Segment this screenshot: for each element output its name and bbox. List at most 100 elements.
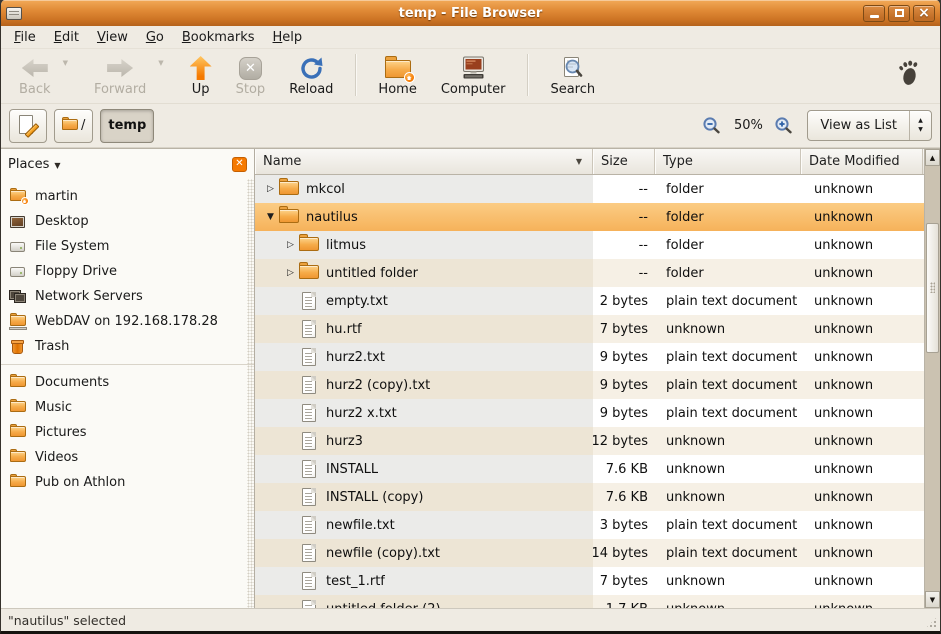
file-row-nautilus[interactable]: ▼nautilus--folderunknown [255,203,924,231]
cell-name: newfile (copy).txt [255,539,593,567]
scrollbar-thumb[interactable] [926,223,939,353]
home-folder-icon [385,61,411,79]
sidebar-item-documents[interactable]: Documents [1,370,254,395]
toolbar-separator [355,54,356,96]
file-row-mkcol[interactable]: ▷mkcol--folderunknown [255,175,924,203]
menu-item-file[interactable]: File [5,28,45,47]
file-row-untitled-folder-2[interactable]: untitled folder (2)1.7 KBunknownunknown [255,595,924,608]
edit-location-button[interactable] [9,109,47,143]
history-dropdown-arrow-icon[interactable]: ▼ [63,59,68,67]
sidebar-item-webdav-on-192-168-178-28[interactable]: WebDAV on 192.168.178.28 [1,309,254,334]
column-header-size[interactable]: Size [593,149,655,174]
cell-size: 1.7 KB [593,595,655,608]
sidebar-item-desktop[interactable]: Desktop [1,209,254,234]
sidebar-item-martin[interactable]: martin [1,184,254,209]
cell-date: unknown [801,343,923,371]
file-row-hurz2-txt[interactable]: hurz2.txt9 bytesplain text documentunkno… [255,343,924,371]
cell-name: untitled folder (2) [255,595,593,608]
column-header-type[interactable]: Type [655,149,801,174]
file-row-hurz3[interactable]: hurz312 bytesunknownunknown [255,427,924,455]
resize-grip[interactable] [925,616,938,629]
cell-size: 9 bytes [593,399,655,427]
cell-size: 7 bytes [593,567,655,595]
sidebar-item-pub-on-athlon[interactable]: Pub on Athlon [1,470,254,495]
stop-icon: ✕ [239,57,262,80]
zoom-in-button[interactable] [771,113,797,139]
menu-item-help[interactable]: Help [264,28,312,47]
file-row-newfile-copy-txt[interactable]: newfile (copy).txt14 bytesplain text doc… [255,539,924,567]
expander-collapsed-icon[interactable]: ▷ [263,184,278,194]
path-button-temp[interactable]: temp [100,109,154,143]
toolbar-button-forward[interactable]: Forward [82,52,158,98]
minimize-icon [870,15,879,18]
expander-collapsed-icon[interactable]: ▷ [283,240,298,250]
menu-item-edit[interactable]: Edit [45,28,88,47]
titlebar[interactable]: temp - File Browser × [1,0,940,26]
history-dropdown-arrow-icon[interactable]: ▼ [158,59,163,67]
sidebar-item-trash[interactable]: Trash [1,334,254,359]
text-file-icon [302,600,316,608]
cell-date: unknown [801,567,923,595]
close-button[interactable]: × [913,5,935,22]
expander-collapsed-icon[interactable]: ▷ [283,268,298,278]
sidebar-close-button[interactable]: ✕ [232,157,247,172]
toolbar-button-up[interactable]: Up [178,52,224,98]
menu-item-bookmarks[interactable]: Bookmarks [173,28,264,47]
cell-type: folder [655,231,801,259]
file-row-install-copy[interactable]: INSTALL (copy)7.6 KBunknownunknown [255,483,924,511]
cell-date: unknown [801,483,923,511]
file-row-newfile-txt[interactable]: newfile.txt3 bytesplain text documentunk… [255,511,924,539]
folder-icon [10,427,26,438]
cell-name: INSTALL [255,455,593,483]
file-row-untitled-folder[interactable]: ▷untitled folder--folderunknown [255,259,924,287]
vertical-scrollbar[interactable]: ▲ ▼ [924,149,940,608]
file-row-hurz2-copy-txt[interactable]: hurz2 (copy).txt9 bytesplain text docume… [255,371,924,399]
sidebar-item-floppy-drive[interactable]: Floppy Drive [1,259,254,284]
file-row-hu-rtf[interactable]: hu.rtf7 bytesunknownunknown [255,315,924,343]
menu-item-go[interactable]: Go [137,28,173,47]
sidebar-item-pictures[interactable]: Pictures [1,420,254,445]
column-header-name[interactable]: Name▼ [255,149,593,174]
file-row-install[interactable]: INSTALL7.6 KBunknownunknown [255,455,924,483]
cell-type: folder [655,259,801,287]
text-file-icon [302,376,316,394]
file-row-test-1-rtf[interactable]: test_1.rtf7 bytesunknownunknown [255,567,924,595]
toolbar-button-home[interactable]: Home [366,52,428,98]
sidebar-item-music[interactable]: Music [1,395,254,420]
throbber [896,60,922,91]
cell-size: 2 bytes [593,287,655,315]
file-row-hurz2-x-txt[interactable]: hurz2 x.txt9 bytesplain text documentunk… [255,399,924,427]
menu-item-view[interactable]: View [88,28,137,47]
zoom-out-button[interactable] [699,113,725,139]
toolbar-button-reload[interactable]: Reload [277,52,345,98]
search-icon [560,56,585,81]
sidebar-item-network-servers[interactable]: Network Servers [1,284,254,309]
cell-date: unknown [801,203,923,231]
toolbar-button-back[interactable]: Back [7,52,63,98]
toolbar-button-stop[interactable]: ✕Stop [224,52,278,98]
sidebar-item-videos[interactable]: Videos [1,445,254,470]
file-row-litmus[interactable]: ▷litmus--folderunknown [255,231,924,259]
file-browser-window: temp - File Browser × FileEditViewGoBook… [0,0,941,634]
sidebar-item-file-system[interactable]: File System [1,234,254,259]
minimize-button[interactable] [863,5,885,22]
view-mode-dropdown[interactable]: View as List ▲▼ [807,110,932,141]
places-dropdown[interactable]: Places [8,157,49,172]
toolbar-button-search[interactable]: Search [538,52,607,98]
column-header-date-modified[interactable]: Date Modified [801,149,923,174]
close-icon: × [918,6,930,20]
root-path-button[interactable]: / [54,109,93,143]
cell-name: test_1.rtf [255,567,593,595]
sidebar-scrollbar-trough[interactable] [247,179,254,608]
menubar: FileEditViewGoBookmarksHelp [1,26,940,49]
file-row-empty-txt[interactable]: empty.txt2 bytesplain text documentunkno… [255,287,924,315]
scroll-up-button[interactable]: ▲ [925,149,940,166]
scroll-down-button[interactable]: ▼ [925,591,940,608]
cell-size: 7.6 KB [593,483,655,511]
folder-icon [299,266,319,280]
desktop-icon [10,216,25,228]
maximize-button[interactable] [888,5,910,22]
cell-date: unknown [801,315,923,343]
toolbar-button-computer[interactable]: Computer [429,52,518,98]
expander-expanded-icon[interactable]: ▼ [263,212,278,222]
